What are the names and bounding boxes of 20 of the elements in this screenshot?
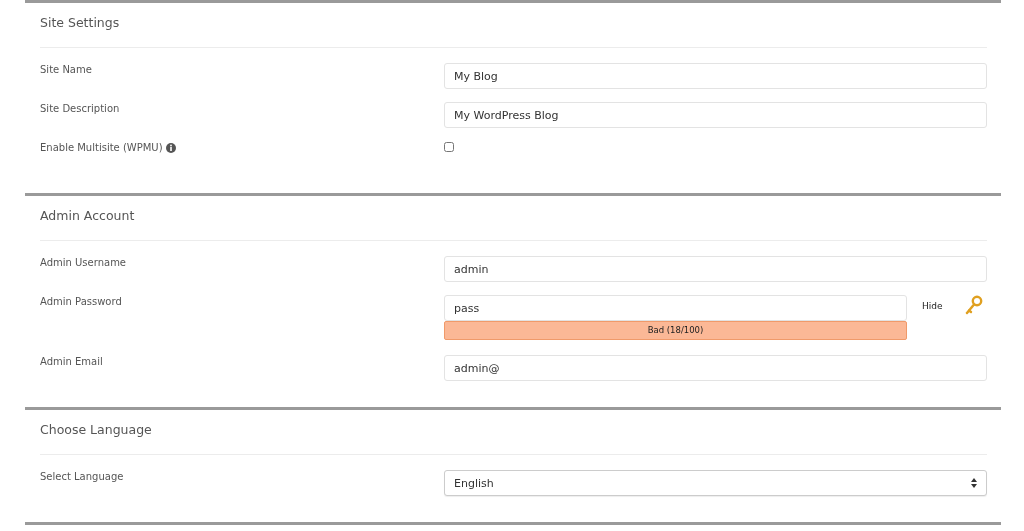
field-label: Admin Username <box>40 257 127 268</box>
field-label: Enable Multisite (WPMU) <box>40 142 163 153</box>
language-select[interactable]: English <box>444 470 987 496</box>
section-title: Site Settings <box>40 14 121 32</box>
section-title: Choose Language <box>40 421 153 439</box>
text-field[interactable]: admin <box>444 256 987 282</box>
text-field[interactable]: My WordPress Blog <box>444 102 987 128</box>
field-label: Admin Password <box>40 296 122 307</box>
checkbox[interactable] <box>444 142 454 152</box>
text-field[interactable]: admin@ <box>444 355 987 381</box>
hide-link[interactable]: Hide <box>922 301 943 311</box>
password-field[interactable]: pass <box>444 295 907 321</box>
field-label: Select Language <box>40 471 124 482</box>
section-title: Admin Account <box>40 207 136 225</box>
text-field[interactable]: My Blog <box>444 63 987 89</box>
strength-meter: Bad (18/100) <box>444 321 907 340</box>
field-label: Site Description <box>40 103 120 114</box>
field-label: Site Name <box>40 64 92 75</box>
updown-icon <box>971 478 977 488</box>
field-label: Admin Email <box>40 356 103 367</box>
